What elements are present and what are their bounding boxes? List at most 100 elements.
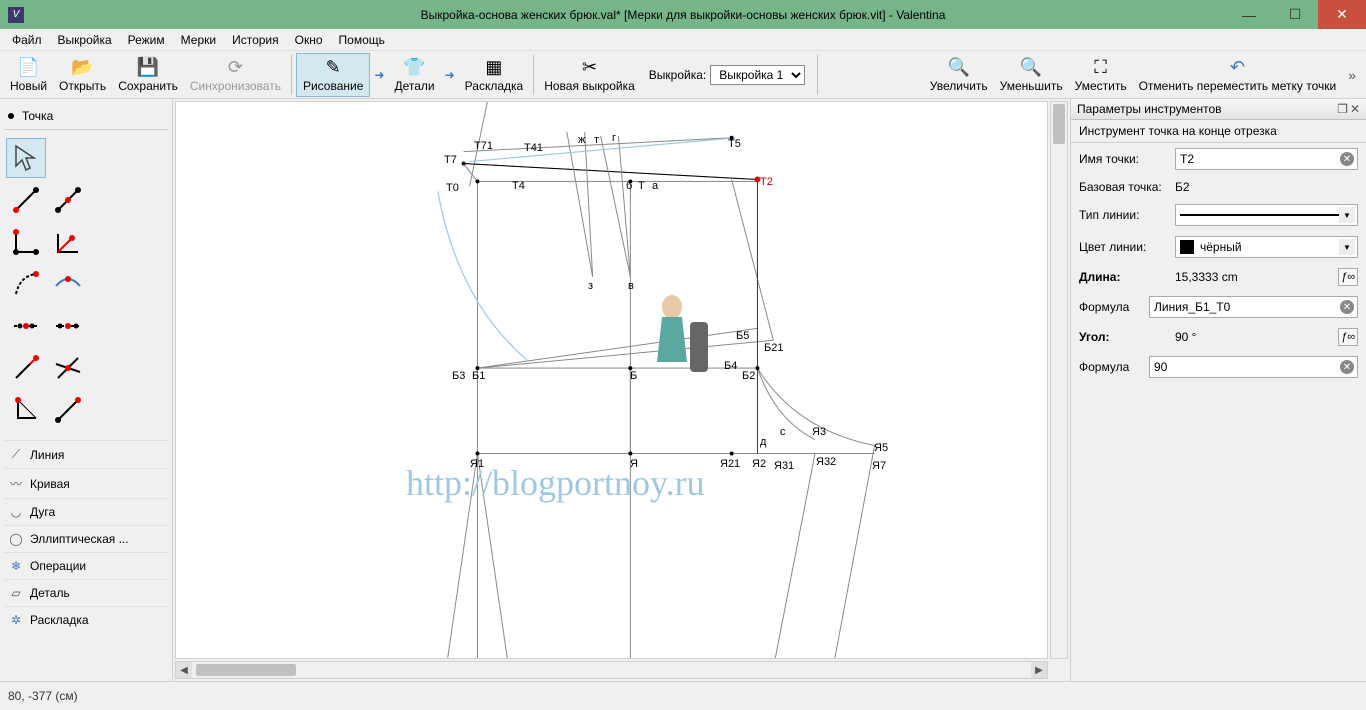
category-operations[interactable]: ❄Операции: [4, 552, 168, 579]
maximize-button[interactable]: ☐: [1272, 0, 1318, 29]
arrow-icon: ➜: [441, 68, 459, 82]
clear-icon[interactable]: ✕: [1340, 152, 1354, 166]
details-mode-button[interactable]: 👕Детали: [388, 53, 440, 97]
line-type-select[interactable]: ▼: [1175, 204, 1358, 226]
new-pattern-button[interactable]: ✂Новая выкройка: [538, 53, 641, 97]
toolbar-separator: [533, 55, 534, 95]
pattern-label: Выкройка:: [649, 68, 706, 82]
category-ellipse[interactable]: ◯Эллиптическая ...: [4, 525, 168, 552]
save-icon: 💾: [137, 57, 159, 79]
undock-icon[interactable]: ❐: [1337, 102, 1348, 116]
menu-help[interactable]: Помощь: [331, 31, 393, 49]
menu-file[interactable]: Файл: [4, 31, 50, 49]
clear-icon[interactable]: ✕: [1340, 300, 1354, 314]
point-label: Б5: [736, 330, 749, 342]
length-formula-input[interactable]: [1149, 296, 1358, 318]
menu-history[interactable]: История: [224, 31, 287, 49]
scroll-thumb[interactable]: [196, 664, 296, 676]
point-label: Я21: [720, 458, 740, 470]
point-label: Т4: [512, 180, 525, 192]
minimize-button[interactable]: —: [1226, 0, 1272, 29]
point-label: Б3: [452, 370, 465, 382]
pattern-dropdown[interactable]: Выкройка 1: [710, 65, 805, 85]
point-label: Т5: [728, 138, 741, 150]
menu-pattern[interactable]: Выкройка: [50, 31, 120, 49]
tool-line-mid[interactable]: [48, 180, 88, 220]
point-label: ж: [578, 134, 585, 146]
vertical-scrollbar[interactable]: [1050, 101, 1068, 659]
pencil-icon: ✎: [326, 57, 341, 79]
point-name-input[interactable]: [1175, 148, 1358, 170]
zoom-in-icon: 🔍: [948, 57, 970, 79]
zoom-in-button[interactable]: 🔍Увеличить: [924, 53, 994, 97]
point-label: Т0: [446, 182, 459, 194]
new-icon: 📄: [17, 57, 39, 79]
tool-intersect-a[interactable]: [6, 306, 46, 346]
category-line[interactable]: ⟋Линия: [4, 440, 168, 468]
close-button[interactable]: ✕: [1318, 0, 1366, 29]
toolbar-separator: [291, 55, 292, 95]
sync-button[interactable]: ⟳Синхронизовать: [184, 53, 287, 97]
scroll-left-arrow[interactable]: ◀: [176, 662, 192, 678]
menu-window[interactable]: Окно: [287, 31, 331, 49]
app-icon: V: [8, 7, 24, 23]
toolbar-overflow[interactable]: »: [1342, 67, 1362, 83]
new-button[interactable]: 📄Новый: [4, 53, 53, 97]
undo-icon: ↶: [1230, 57, 1245, 79]
tool-categories: ⟋Линия 〰Кривая ◡Дуга ◯Эллиптическая ... …: [4, 440, 168, 633]
scroll-thumb[interactable]: [1053, 104, 1065, 144]
fx-button[interactable]: ƒ∞: [1338, 328, 1358, 346]
undo-move-button[interactable]: ↶Отменить переместить метку точки: [1133, 53, 1343, 97]
open-icon: 📂: [71, 57, 93, 79]
tool-perpendicular[interactable]: [48, 390, 88, 430]
window-title: Выкройка-основа женских брюк.val* [Мерки…: [421, 8, 946, 22]
chevron-down-icon: ▼: [1339, 239, 1355, 255]
tool-line-end[interactable]: [6, 180, 46, 220]
canvas-area: Т7 Т71 Т41 ж т г Т5 Т0 Т4 б Т а Т2 з в Б…: [173, 99, 1070, 681]
close-panel-icon[interactable]: ✕: [1350, 102, 1360, 116]
open-button[interactable]: 📂Открыть: [53, 53, 112, 97]
point-label: Я: [630, 458, 638, 470]
tool-intersect-b[interactable]: [48, 306, 88, 346]
draw-mode-button[interactable]: ✎Рисование: [296, 53, 370, 97]
arc-icon: ◡: [8, 505, 24, 519]
zoom-out-button[interactable]: 🔍Уменьшить: [994, 53, 1069, 97]
drawing-canvas[interactable]: Т7 Т71 Т41 ж т г Т5 Т0 Т4 б Т а Т2 з в Б…: [175, 101, 1048, 659]
point-label: Т41: [524, 142, 543, 154]
tool-crossing[interactable]: [48, 348, 88, 388]
point-label: Т: [638, 180, 645, 192]
menu-mode[interactable]: Режим: [120, 31, 173, 49]
point-label: Б4: [724, 360, 737, 372]
line-icon: ⟋: [8, 447, 24, 462]
point-label: Я32: [816, 456, 836, 468]
line-color-select[interactable]: чёрный▼: [1175, 236, 1358, 258]
category-curve[interactable]: 〰Кривая: [4, 468, 168, 498]
clear-icon[interactable]: ✕: [1340, 360, 1354, 374]
category-layout[interactable]: ✲Раскладка: [4, 606, 168, 633]
category-detail[interactable]: ▱Деталь: [4, 579, 168, 606]
tool-section-header[interactable]: Точка: [4, 103, 168, 130]
tool-angle[interactable]: [6, 222, 46, 262]
fx-button[interactable]: ƒ∞: [1338, 268, 1358, 286]
tool-shoulder[interactable]: [6, 348, 46, 388]
tool-bisector[interactable]: [48, 222, 88, 262]
tool-arc-point[interactable]: [6, 264, 46, 304]
tool-pointer[interactable]: [6, 138, 46, 178]
save-button[interactable]: 💾Сохранить: [112, 53, 184, 97]
angle-formula-input[interactable]: [1149, 356, 1358, 378]
menu-measurements[interactable]: Мерки: [173, 31, 224, 49]
horizontal-scrollbar[interactable]: ◀ ▶: [175, 661, 1048, 679]
statusbar: 80, -377 (см): [0, 681, 1366, 709]
point-label: д: [760, 436, 766, 448]
ops-icon: ❄: [8, 559, 24, 573]
zoom-out-icon: 🔍: [1020, 57, 1042, 79]
scroll-right-arrow[interactable]: ▶: [1031, 662, 1047, 678]
prop-base-point: Базовая точка: Б2: [1071, 175, 1366, 199]
layout-mode-button[interactable]: ▦Раскладка: [459, 53, 530, 97]
tool-panel: Точка ⟋Линия 〰Кривая ◡Дуга ◯Эллиптическа…: [0, 99, 173, 681]
tool-curve-point[interactable]: [48, 264, 88, 304]
tool-triangle[interactable]: [6, 390, 46, 430]
point-label: Я2: [752, 458, 766, 470]
zoom-fit-button[interactable]: ⛶Уместить: [1069, 53, 1133, 97]
category-arc[interactable]: ◡Дуга: [4, 498, 168, 525]
